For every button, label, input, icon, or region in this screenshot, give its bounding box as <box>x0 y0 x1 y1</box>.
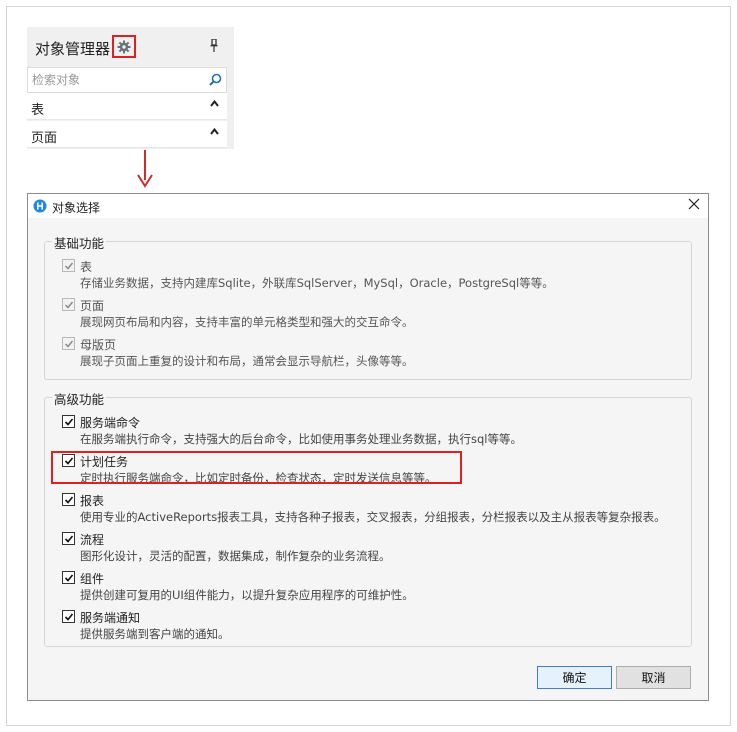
checkmark-icon <box>64 262 74 270</box>
pin-icon[interactable] <box>210 39 218 52</box>
object-search-input[interactable] <box>32 71 202 89</box>
option-title: 流程 <box>80 533 105 547</box>
object-manager-panel: 对象管理器 检索对象 表 页面 <box>27 27 234 149</box>
panel-edge <box>227 67 234 149</box>
object-manager-header: 对象管理器 <box>27 27 234 67</box>
checkbox[interactable] <box>62 610 75 623</box>
chevron-up-icon[interactable] <box>210 99 219 108</box>
option-description: 图形化设计，灵活的配置，数据集成，制作复杂的业务流程。 <box>80 549 391 563</box>
option-description: 提供服务端到客户端的通知。 <box>80 627 230 641</box>
object-search-box[interactable] <box>27 67 227 93</box>
checkbox[interactable] <box>62 571 75 584</box>
option-description: 提供创建可复用的UI组件能力，以提升复杂应用程序的可维护性。 <box>80 588 414 602</box>
option-title: 服务端通知 <box>80 611 141 625</box>
checkbox <box>62 337 75 350</box>
checkmark-icon <box>64 340 74 348</box>
group-item-label: 页面 <box>31 131 58 146</box>
option-description: 展现子页面上重复的设计和布局，通常会显示导航栏，头像等等。 <box>80 354 414 368</box>
option-title: 服务端命令 <box>80 416 141 430</box>
arrow-down-icon <box>137 150 153 188</box>
checkbox[interactable] <box>62 415 75 428</box>
cancel-button[interactable]: 取消 <box>616 666 691 689</box>
checkmark-icon <box>64 535 74 543</box>
checkmark-icon <box>64 418 74 426</box>
search-icon[interactable] <box>209 73 222 86</box>
group-heading: 基础功能 <box>52 233 107 252</box>
object-selection-dialog: 对象选择 基础功能 表 存储业务数据，支持内建库Sqlite，外联库SqlSer… <box>27 193 709 701</box>
group-item-pages[interactable]: 页面 <box>27 121 227 148</box>
object-manager-title: 对象管理器 <box>35 40 111 58</box>
close-icon[interactable] <box>688 198 700 210</box>
checkbox[interactable] <box>62 493 75 506</box>
option-title: 母版页 <box>80 338 117 352</box>
dialog-titlebar: 对象选择 <box>28 194 708 218</box>
gear-icon <box>117 40 131 53</box>
group-item-label: 表 <box>31 103 45 118</box>
basic-features-group: 基础功能 表 存储业务数据，支持内建库Sqlite，外联库SqlServer，M… <box>44 233 692 380</box>
ok-button[interactable]: 确定 <box>537 666 612 689</box>
settings-button[interactable] <box>112 35 136 58</box>
option-title: 页面 <box>80 299 105 313</box>
checkmark-icon <box>64 574 74 582</box>
option-description: 存储业务数据，支持内建库Sqlite，外联库SqlServer，MySql，Or… <box>80 276 554 290</box>
advanced-features-group: 高级功能 服务端命令 在服务端执行命令，支持强大的后台命令，比如使用事务处理业务… <box>44 389 692 647</box>
chevron-up-icon[interactable] <box>210 127 219 136</box>
checkmark-icon <box>64 496 74 504</box>
group-heading: 高级功能 <box>52 389 107 408</box>
dialog-title: 对象选择 <box>52 201 101 215</box>
group-item-tables[interactable]: 表 <box>27 93 227 120</box>
checkbox <box>62 259 75 272</box>
option-title: 组件 <box>80 572 105 586</box>
checkmark-icon <box>64 301 74 309</box>
option-description: 在服务端执行命令，支持强大的后台命令，比如使用事务处理业务数据，执行sql等等。 <box>80 432 522 446</box>
option-title: 报表 <box>80 494 105 508</box>
option-title: 表 <box>80 260 93 274</box>
option-description: 展现网页布局和内容，支持丰富的单元格类型和强大的交互命令。 <box>80 315 414 329</box>
checkbox <box>62 298 75 311</box>
checkbox[interactable] <box>62 532 75 545</box>
option-description: 使用专业的ActiveReports报表工具，支持各种子报表，交叉报表，分组报表… <box>80 510 666 524</box>
highlight-box <box>51 451 462 484</box>
checkmark-icon <box>64 613 74 621</box>
app-logo-icon <box>33 199 47 213</box>
